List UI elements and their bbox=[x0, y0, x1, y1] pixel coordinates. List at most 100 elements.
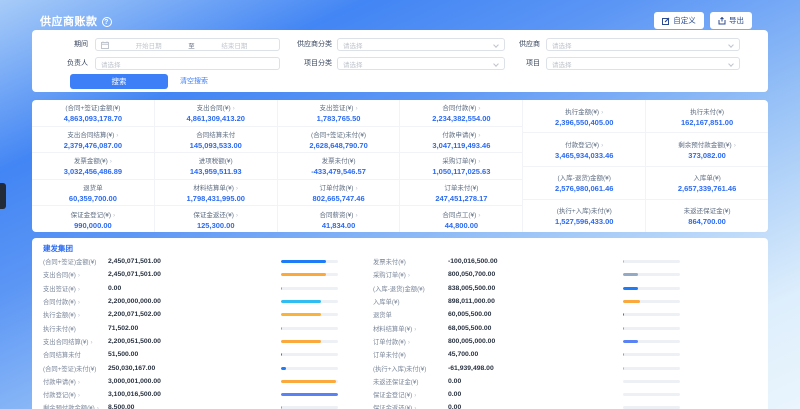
group-metric-row: 合同付款(¥)›2,200,000,000.00 bbox=[43, 295, 383, 308]
edit-icon bbox=[662, 17, 670, 25]
stat-column: 执行未付(¥)162,167,851.00剩余预付款金额(¥)›373,082.… bbox=[646, 100, 768, 232]
stat-value: 44,800.00 bbox=[445, 221, 478, 230]
metric-label[interactable]: 合同付款(¥)› bbox=[43, 297, 108, 306]
metric-bar bbox=[623, 393, 680, 396]
clear-search-button[interactable]: 清空搜索 bbox=[180, 74, 208, 89]
metric-label[interactable]: 执行金额(¥)› bbox=[43, 310, 108, 319]
export-button[interactable]: 导出 bbox=[710, 12, 752, 29]
search-button[interactable]: 搜索 bbox=[70, 74, 168, 89]
stat-label: (入库-退货)金额(¥) bbox=[558, 172, 611, 182]
metric-label: 未返还保证金(¥) bbox=[373, 377, 448, 386]
group-metric-row: 剩余预付款金额(¥)›8,500.00 bbox=[43, 401, 383, 409]
drill-arrow-icon: › bbox=[236, 185, 238, 192]
stat-value: 864,700.00 bbox=[688, 217, 726, 226]
supplier-category-select[interactable]: 请选择 bbox=[337, 38, 505, 51]
metric-bar-fill bbox=[281, 300, 321, 303]
stat-column: 支出合同(¥)›4,861,309,413.20合同结算未付145,093,53… bbox=[155, 100, 278, 232]
owner-label: 负责人 bbox=[32, 57, 88, 70]
metric-label[interactable]: 剩余预付款金额(¥)› bbox=[43, 403, 108, 409]
stat-cell[interactable]: 剩余预付款金额(¥)›373,082.00 bbox=[646, 133, 768, 166]
help-icon[interactable]: ? bbox=[102, 17, 112, 27]
stat-label: 剩余预付款金额(¥)› bbox=[678, 139, 736, 149]
stat-cell[interactable]: 订单付款(¥)›802,665,747.46 bbox=[278, 180, 400, 207]
metric-value: 71,502.00 bbox=[108, 325, 281, 332]
stat-cell[interactable]: 执行金额(¥)›2,396,550,405.00 bbox=[523, 100, 645, 133]
group-metric-row: 合同结算未付51,500.00 bbox=[43, 348, 383, 361]
stat-cell[interactable]: 保证金登记(¥)›990,000.00 bbox=[32, 206, 154, 232]
drill-arrow-icon: › bbox=[601, 142, 603, 149]
metric-bar bbox=[281, 340, 338, 343]
metric-label: (合同+签证)未付(¥) bbox=[43, 364, 108, 373]
stat-label: (执行+入库)未付(¥) bbox=[557, 205, 612, 215]
metric-label[interactable]: 采购订单(¥)› bbox=[373, 270, 448, 279]
stat-cell[interactable]: 合同薪资(¥)›41,834.00 bbox=[278, 206, 400, 232]
metric-label[interactable]: 付款登记(¥)› bbox=[43, 390, 108, 399]
owner-select[interactable]: 请选择 bbox=[95, 57, 280, 70]
supplier-select[interactable]: 请选择 bbox=[546, 38, 740, 51]
drill-arrow-icon: › bbox=[355, 212, 357, 219]
stat-cell[interactable]: 合同点工(¥)›44,800.00 bbox=[400, 206, 522, 232]
stat-cell[interactable]: 支出签证(¥)›1,783,765.50 bbox=[278, 100, 400, 127]
metric-label[interactable]: 支出合同结算(¥)› bbox=[43, 337, 108, 346]
stat-cell: 订单未付(¥)247,451,278.17 bbox=[400, 180, 522, 207]
metric-bar bbox=[281, 313, 338, 316]
chevron-down-icon bbox=[728, 61, 734, 67]
project-select[interactable]: 请选择 bbox=[546, 57, 740, 70]
stat-cell[interactable]: 支出合同(¥)›4,861,309,413.20 bbox=[155, 100, 277, 127]
metric-bar-fill bbox=[623, 327, 624, 330]
metric-bar-fill bbox=[623, 367, 624, 370]
drill-arrow-icon: › bbox=[78, 272, 80, 279]
metric-bar-fill bbox=[281, 340, 321, 343]
stat-cell: (入库-退货)金额(¥)2,576,980,061.46 bbox=[523, 167, 645, 200]
customize-button[interactable]: 自定义 bbox=[654, 12, 704, 29]
filter-panel: 期间 开始日期 至 结束日期 供应商分类 请选择 供应商 请选择 负责人 请选择… bbox=[32, 30, 768, 92]
stat-label: (合同+签证)未付(¥) bbox=[311, 129, 366, 139]
metric-label[interactable]: 订单付款(¥)› bbox=[373, 337, 448, 346]
end-date-placeholder: 结束日期 bbox=[221, 40, 247, 50]
metric-label[interactable]: 保证金登记(¥)› bbox=[373, 390, 448, 399]
metric-bar bbox=[623, 327, 680, 330]
stat-value: 4,863,093,178.70 bbox=[64, 114, 122, 123]
supplier-placeholder: 请选择 bbox=[552, 40, 572, 50]
group-name-link[interactable]: 建发集团 bbox=[43, 243, 73, 254]
stat-cell[interactable]: 合同付款(¥)›2,234,382,554.00 bbox=[400, 100, 522, 127]
stat-label: 订单未付(¥) bbox=[444, 182, 478, 192]
project-category-placeholder: 请选择 bbox=[343, 59, 363, 69]
stat-cell[interactable]: 付款登记(¥)›3,465,934,033.46 bbox=[523, 133, 645, 166]
stat-label: 保证金登记(¥)› bbox=[71, 209, 116, 219]
metric-label[interactable]: 支出合同(¥)› bbox=[43, 270, 108, 279]
metric-label[interactable]: 材料结算单(¥)› bbox=[373, 324, 448, 333]
metric-label: (合同+签证)金额(¥) bbox=[43, 257, 108, 266]
stat-cell[interactable]: 采购订单(¥)›1,050,117,025.63 bbox=[400, 153, 522, 180]
metric-bar bbox=[623, 380, 680, 383]
metric-label[interactable]: 付款申请(¥)› bbox=[43, 377, 108, 386]
stat-cell: 进项税额(¥)143,959,511.93 bbox=[155, 153, 277, 180]
metric-value: 0.00 bbox=[448, 404, 623, 409]
stat-label: 付款登记(¥)› bbox=[565, 139, 603, 149]
stat-value: 1,798,431,995.00 bbox=[187, 194, 245, 203]
stat-cell[interactable]: 保证金返还(¥)›125,300.00 bbox=[155, 206, 277, 232]
group-metric-row: 材料结算单(¥)›68,005,500.00 bbox=[373, 321, 713, 334]
stat-cell[interactable]: 发票金额(¥)›3,032,456,486.89 bbox=[32, 153, 154, 180]
stat-cell[interactable]: 付款申请(¥)›3,047,119,493.46 bbox=[400, 127, 522, 154]
stat-cell[interactable]: 支出合同结算(¥)›2,379,476,087.00 bbox=[32, 127, 154, 154]
stat-value: 2,379,476,087.00 bbox=[64, 141, 122, 150]
metric-label[interactable]: 保证金返还(¥)› bbox=[373, 403, 448, 409]
metric-value: 2,450,071,501.00 bbox=[108, 258, 281, 265]
side-drawer-handle[interactable] bbox=[0, 183, 6, 209]
group-metric-row: (执行+入库)未付(¥)-61,939,498.00 bbox=[373, 361, 713, 374]
metric-label[interactable]: 支出签证(¥)› bbox=[43, 284, 108, 293]
stat-cell[interactable]: 材料结算单(¥)›1,798,431,995.00 bbox=[155, 180, 277, 207]
stat-label: 保证金返还(¥)› bbox=[193, 209, 238, 219]
supplier-category-placeholder: 请选择 bbox=[343, 40, 363, 50]
metric-label: 发票未付(¥) bbox=[373, 257, 448, 266]
stat-label: 执行未付(¥) bbox=[690, 106, 724, 116]
metric-value: 0.00 bbox=[108, 285, 281, 292]
metric-bar bbox=[281, 353, 338, 356]
drill-arrow-icon: › bbox=[355, 105, 357, 112]
metric-bar bbox=[623, 367, 680, 370]
project-category-select[interactable]: 请选择 bbox=[337, 57, 505, 70]
metric-label: (执行+入库)未付(¥) bbox=[373, 364, 448, 373]
owner-placeholder: 请选择 bbox=[101, 59, 121, 69]
date-range-input[interactable]: 开始日期 至 结束日期 bbox=[95, 38, 280, 51]
